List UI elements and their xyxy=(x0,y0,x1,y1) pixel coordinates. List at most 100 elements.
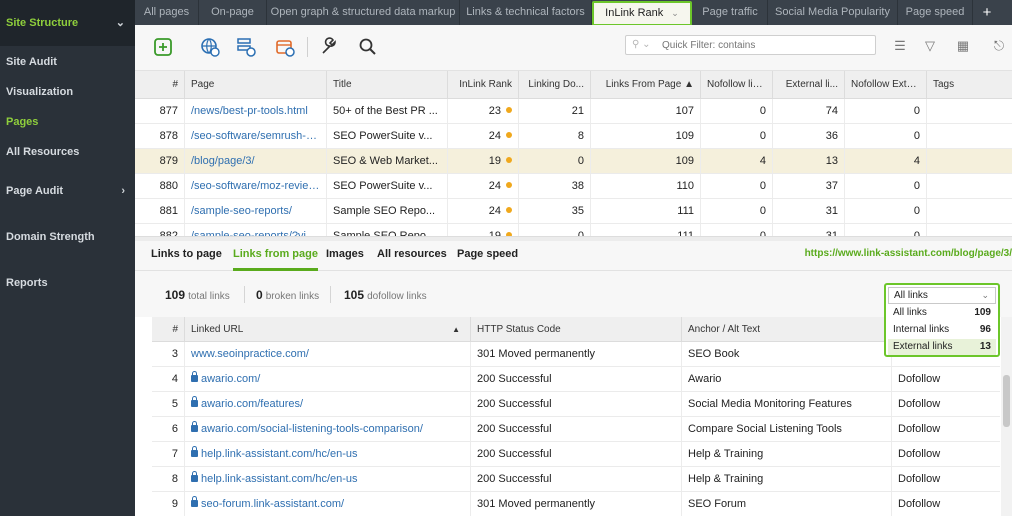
tab-links-to-page[interactable]: Links to page xyxy=(151,241,222,271)
rescan-icon[interactable] xyxy=(235,36,257,58)
cell-page[interactable]: /sample-seo-reports/ xyxy=(185,199,327,223)
table-row[interactable]: 5 awario.com/features/200 Successful Socia… xyxy=(152,392,1000,417)
dropdown-option-internal-links[interactable]: Internal links 96 xyxy=(888,322,996,338)
update-icon[interactable] xyxy=(274,36,296,58)
cell-page[interactable]: /seo-software/semrush-revie... xyxy=(185,124,327,148)
column-header[interactable]: Nofollow lin... xyxy=(701,71,773,98)
page-url-link[interactable]: https://www.link-assistant.com/blog/page… xyxy=(805,241,1012,267)
tools-icon[interactable] xyxy=(318,36,340,58)
sidebar-item-pages[interactable]: Pages xyxy=(0,107,135,137)
export-icon[interactable]: ⎋ xyxy=(990,38,1008,56)
table-row[interactable]: 9 seo-forum.link-assistant.com/301 Moved … xyxy=(152,492,1000,516)
grid-icon[interactable]: ▦ xyxy=(954,38,972,56)
table-row[interactable]: 879/blog/page/3/SEO & Web Market... 19 0 10… xyxy=(135,149,1012,174)
dropdown-selected[interactable]: All links ⌄ xyxy=(888,287,996,304)
column-header[interactable]: HTTP Status Code xyxy=(471,317,682,341)
rank-dot-icon xyxy=(506,132,512,138)
cell-status: 200 Successful xyxy=(471,442,682,466)
column-header[interactable]: Linking Do... xyxy=(519,71,591,98)
dropdown-option-all-links[interactable]: All links 109 xyxy=(888,305,996,321)
cell-page[interactable]: /blog/page/3/ xyxy=(185,149,327,173)
sidebar-item-reports[interactable]: Reports xyxy=(0,268,135,298)
sidebar-item-all-resources[interactable]: All Resources xyxy=(0,137,135,167)
search-icon[interactable] xyxy=(357,36,379,58)
dropdown-option-external-links[interactable]: External links 13 xyxy=(888,339,996,355)
tab-page-traffic[interactable]: Page traffic xyxy=(693,0,768,25)
cell-ext: 37 xyxy=(773,174,845,198)
links-table: # Linked URL ▲ HTTP Status Code Anchor / … xyxy=(152,317,1000,516)
sidebar-item-visualization[interactable]: Visualization xyxy=(0,77,135,107)
cell-url[interactable]: awario.com/features/ xyxy=(185,392,471,416)
option-label: External links xyxy=(893,341,953,352)
cell-nfe: 0 xyxy=(845,124,927,148)
chevron-down-icon[interactable]: ⌄ xyxy=(671,8,679,18)
cell-status: 200 Successful xyxy=(471,467,682,491)
add-icon[interactable] xyxy=(152,36,174,58)
sidebar-item-domain-strength[interactable]: Domain Strength xyxy=(0,222,135,252)
table-row[interactable]: 8 help.link-assistant.com/hc/en-us 200 Suc… xyxy=(152,467,1000,492)
sidebar-item-site-audit[interactable]: Site Audit xyxy=(0,47,135,77)
tab-page-speed-details[interactable]: Page speed xyxy=(457,241,518,271)
table-row[interactable]: 6 awario.com/social-listening-tools-compa… xyxy=(152,417,1000,442)
plus-icon: + xyxy=(982,4,992,21)
tab-all-pages[interactable]: All pages xyxy=(135,0,199,25)
filter-icon[interactable]: ▽ xyxy=(921,38,939,56)
cell-url[interactable]: www.seoinpractice.com/ xyxy=(185,342,471,366)
tab-inlink-rank[interactable]: InLink Rank ⌄ xyxy=(592,1,692,26)
quick-filter-input[interactable] xyxy=(662,37,862,53)
chevron-down-icon: ⌄ xyxy=(115,17,125,29)
cell-url[interactable]: awario.com/social-listening-tools-compar… xyxy=(185,417,471,441)
tab-open-graph[interactable]: Open graph & structured data markup xyxy=(267,0,460,25)
cell-status: 301 Moved permanently xyxy=(471,342,682,366)
cell-page[interactable]: /seo-software/moz-review.... xyxy=(185,174,327,198)
column-header[interactable]: # xyxy=(135,71,185,98)
tab-links-technical[interactable]: Links & technical factors xyxy=(460,0,592,25)
column-header[interactable]: InLink Rank xyxy=(448,71,519,98)
column-header[interactable]: Title xyxy=(327,71,448,98)
quick-filter[interactable]: ⚲ ⌄ xyxy=(625,35,876,55)
table-row[interactable]: 7 help.link-assistant.com/hc/en-us 200 Suc… xyxy=(152,442,1000,467)
cell-status: 200 Successful xyxy=(471,367,682,391)
tab-images[interactable]: Images xyxy=(326,241,364,271)
column-header[interactable]: Page xyxy=(185,71,327,98)
cell-anchor: Social Media Monitoring Features xyxy=(682,392,892,416)
tab-links-from-page[interactable]: Links from page xyxy=(233,241,318,271)
table-row[interactable]: 3 www.seoinpractice.com/301 Moved permane… xyxy=(152,342,1000,367)
table-row[interactable]: 881/sample-seo-reports/Sample SEO Repo..… xyxy=(135,199,1012,224)
sidebar-item-site-structure[interactable]: Site Structure ⌄ xyxy=(0,0,135,46)
cell-url[interactable]: help.link-assistant.com/hc/en-us xyxy=(185,442,471,466)
cell-ld: 38 xyxy=(519,174,591,198)
column-header[interactable]: Nofollow Exte... xyxy=(845,71,927,98)
column-header[interactable]: Tags xyxy=(927,71,1012,98)
column-header[interactable]: # xyxy=(152,317,185,341)
cell-n: 6 xyxy=(152,417,185,441)
tab-page-speed[interactable]: Page speed xyxy=(898,0,973,25)
vertical-scrollbar[interactable] xyxy=(1001,317,1012,516)
cell-url[interactable]: seo-forum.link-assistant.com/ xyxy=(185,492,471,516)
column-header-sorted[interactable]: Linked URL ▲ xyxy=(185,317,471,341)
add-tab-button[interactable]: + xyxy=(975,0,999,25)
table-row[interactable]: 878/seo-software/semrush-revie... SEO Pow… xyxy=(135,124,1012,149)
column-header-sorted[interactable]: Links From Page ▲ xyxy=(591,71,701,98)
table-row[interactable]: 4 awario.com/200 Successful Awario Dofollow xyxy=(152,367,1000,392)
links-type-dropdown[interactable]: All links ⌄ All links 109 Internal links 96… xyxy=(884,283,1000,357)
cell-url[interactable]: help.link-assistant.com/hc/en-us xyxy=(185,467,471,491)
tab-all-resources[interactable]: All resources xyxy=(377,241,447,271)
table-row[interactable]: 880/seo-software/moz-review.... SEO Power… xyxy=(135,174,1012,199)
link-stats: 109 total links 0 broken links 105 dofol… xyxy=(135,271,1012,317)
cell-title: 50+ of the Best PR ... xyxy=(327,99,448,123)
column-header[interactable]: External li... xyxy=(773,71,845,98)
option-count: 96 xyxy=(979,324,991,335)
sidebar-item-page-audit[interactable]: Page Audit › xyxy=(0,176,135,206)
cell-page[interactable]: /news/best-pr-tools.html xyxy=(185,99,327,123)
cell-value: 4 xyxy=(913,155,920,167)
tab-on-page[interactable]: On-page xyxy=(199,0,267,25)
column-header[interactable]: Anchor / Alt Text xyxy=(682,317,892,341)
tab-social-media[interactable]: Social Media Popularity xyxy=(768,0,898,25)
scrollbar-thumb[interactable] xyxy=(1003,375,1010,427)
search-icon: ⚲ ⌄ xyxy=(632,39,651,50)
list-icon[interactable]: ☰ xyxy=(891,38,909,56)
table-row[interactable]: 877/news/best-pr-tools.html 50+ of the Be… xyxy=(135,99,1012,124)
cell-url[interactable]: awario.com/ xyxy=(185,367,471,391)
globe-refresh-icon[interactable] xyxy=(199,36,221,58)
